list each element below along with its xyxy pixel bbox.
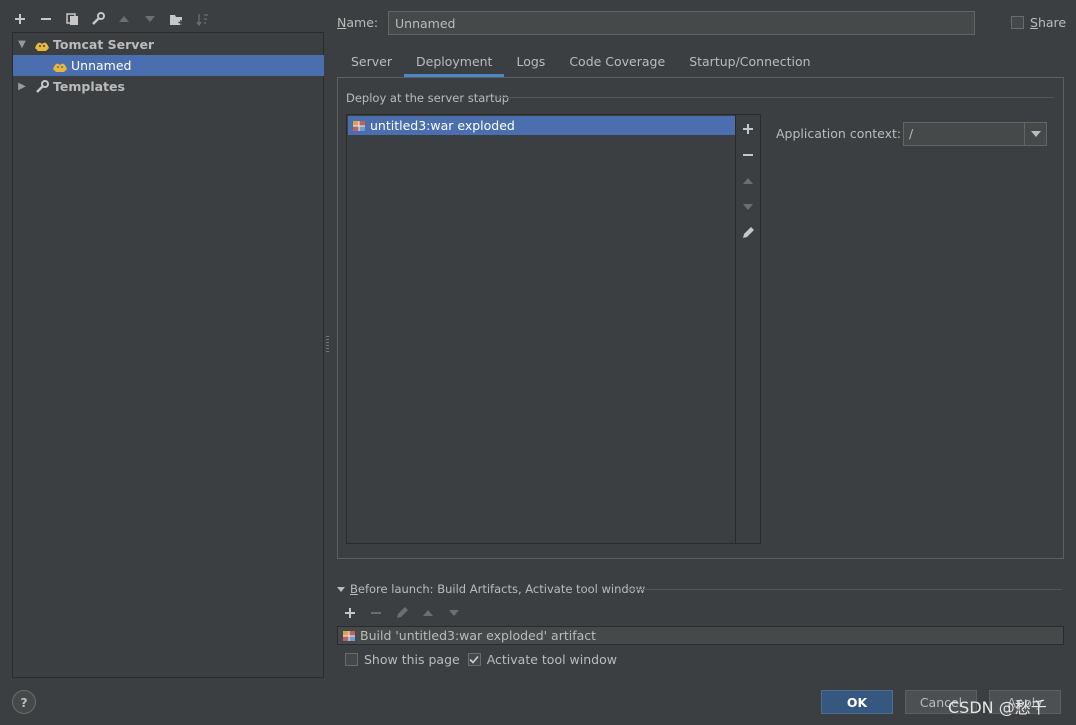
tomcat-icon bbox=[52, 58, 68, 74]
left-toolbar bbox=[12, 8, 210, 30]
tab-bar: Server Deployment Logs Code Coverage Sta… bbox=[339, 48, 823, 77]
move-up-icon[interactable] bbox=[740, 173, 756, 189]
collapse-triangle-icon[interactable] bbox=[337, 582, 345, 596]
list-item[interactable]: untitled3:war exploded bbox=[348, 116, 735, 135]
artifact-icon bbox=[351, 118, 367, 134]
show-this-page-label: Show this page bbox=[364, 652, 460, 667]
name-input[interactable] bbox=[388, 11, 975, 35]
chevron-down-icon[interactable] bbox=[1024, 123, 1046, 145]
move-down-icon[interactable] bbox=[142, 11, 158, 27]
tab-startup-connection[interactable]: Startup/Connection bbox=[677, 48, 822, 75]
combo-value: / bbox=[909, 126, 914, 141]
copy-icon[interactable] bbox=[64, 11, 80, 27]
group-title: Deploy at the server startup bbox=[346, 91, 510, 105]
check-icon bbox=[469, 655, 479, 664]
before-launch-label: Before launch: Build Artifacts, Activate… bbox=[350, 582, 646, 596]
tab-code-coverage[interactable]: Code Coverage bbox=[557, 48, 677, 75]
tree-item-label: Tomcat Server bbox=[53, 37, 155, 52]
new-folder-icon[interactable] bbox=[168, 11, 184, 27]
splitter-handle[interactable] bbox=[326, 336, 329, 352]
before-launch-title[interactable]: Before launch: Build Artifacts, Activate… bbox=[337, 582, 645, 596]
list-item-label: Build 'untitled3:war exploded' artifact bbox=[360, 628, 597, 643]
move-up-icon[interactable] bbox=[116, 11, 132, 27]
add-icon[interactable] bbox=[12, 11, 28, 27]
group-divider bbox=[497, 97, 1054, 98]
tree-item-templates[interactable]: ▶ Templates bbox=[13, 76, 324, 97]
tab-server[interactable]: Server bbox=[339, 48, 404, 75]
share-checkbox[interactable]: Share bbox=[1011, 15, 1066, 30]
wrench-icon bbox=[34, 79, 50, 95]
add-icon[interactable] bbox=[740, 121, 756, 137]
ok-button[interactable]: OK bbox=[821, 690, 893, 714]
wrench-icon[interactable] bbox=[90, 11, 106, 27]
checkbox-checked[interactable] bbox=[467, 653, 481, 666]
application-context-label: Application context: bbox=[776, 126, 902, 141]
before-launch-toolbar bbox=[342, 605, 462, 621]
add-icon[interactable] bbox=[342, 605, 358, 621]
activate-tool-window-checkbox[interactable]: Activate tool window bbox=[467, 652, 617, 667]
deploy-list: untitled3:war exploded bbox=[346, 114, 736, 544]
checkbox-box[interactable] bbox=[345, 653, 358, 666]
name-label: Name: bbox=[337, 15, 379, 30]
list-item-label: untitled3:war exploded bbox=[370, 118, 515, 133]
configuration-tree: ▼ Tomcat Server Unnamed ▶ Templates bbox=[12, 32, 324, 678]
before-launch-options: Show this page Activate tool window bbox=[345, 652, 617, 667]
tomcat-icon bbox=[34, 37, 50, 53]
remove-icon[interactable] bbox=[38, 11, 54, 27]
watermark: CSDN @愁千 bbox=[948, 698, 1047, 717]
deploy-side-toolbar bbox=[735, 114, 761, 544]
activate-tool-window-label: Activate tool window bbox=[486, 652, 617, 667]
tree-item-label: Templates bbox=[53, 79, 125, 94]
help-button[interactable]: ? bbox=[12, 690, 36, 714]
move-up-icon[interactable] bbox=[420, 605, 436, 621]
show-this-page-checkbox[interactable]: Show this page bbox=[345, 652, 460, 667]
share-label: Share bbox=[1030, 15, 1067, 30]
tab-logs[interactable]: Logs bbox=[504, 48, 557, 75]
edit-icon[interactable] bbox=[394, 605, 410, 621]
expand-arrow-icon[interactable]: ▼ bbox=[16, 39, 28, 50]
before-launch-divider bbox=[628, 589, 1062, 590]
edit-icon[interactable] bbox=[740, 225, 756, 241]
remove-icon[interactable] bbox=[740, 147, 756, 163]
sort-icon[interactable] bbox=[194, 11, 210, 27]
tree-item-tomcat-server[interactable]: ▼ Tomcat Server bbox=[13, 34, 324, 55]
tab-deployment[interactable]: Deployment bbox=[404, 48, 505, 77]
tree-item-unnamed[interactable]: Unnamed bbox=[13, 55, 324, 76]
remove-icon[interactable] bbox=[368, 605, 384, 621]
tree-item-label: Unnamed bbox=[71, 58, 132, 73]
application-context-combo[interactable]: / bbox=[903, 122, 1047, 146]
move-down-icon[interactable] bbox=[740, 199, 756, 215]
collapse-arrow-icon[interactable]: ▶ bbox=[16, 81, 28, 92]
before-launch-list[interactable]: Build 'untitled3:war exploded' artifact bbox=[337, 626, 1064, 645]
move-down-icon[interactable] bbox=[446, 605, 462, 621]
checkbox-box[interactable] bbox=[1011, 16, 1024, 29]
artifact-icon bbox=[341, 628, 357, 644]
